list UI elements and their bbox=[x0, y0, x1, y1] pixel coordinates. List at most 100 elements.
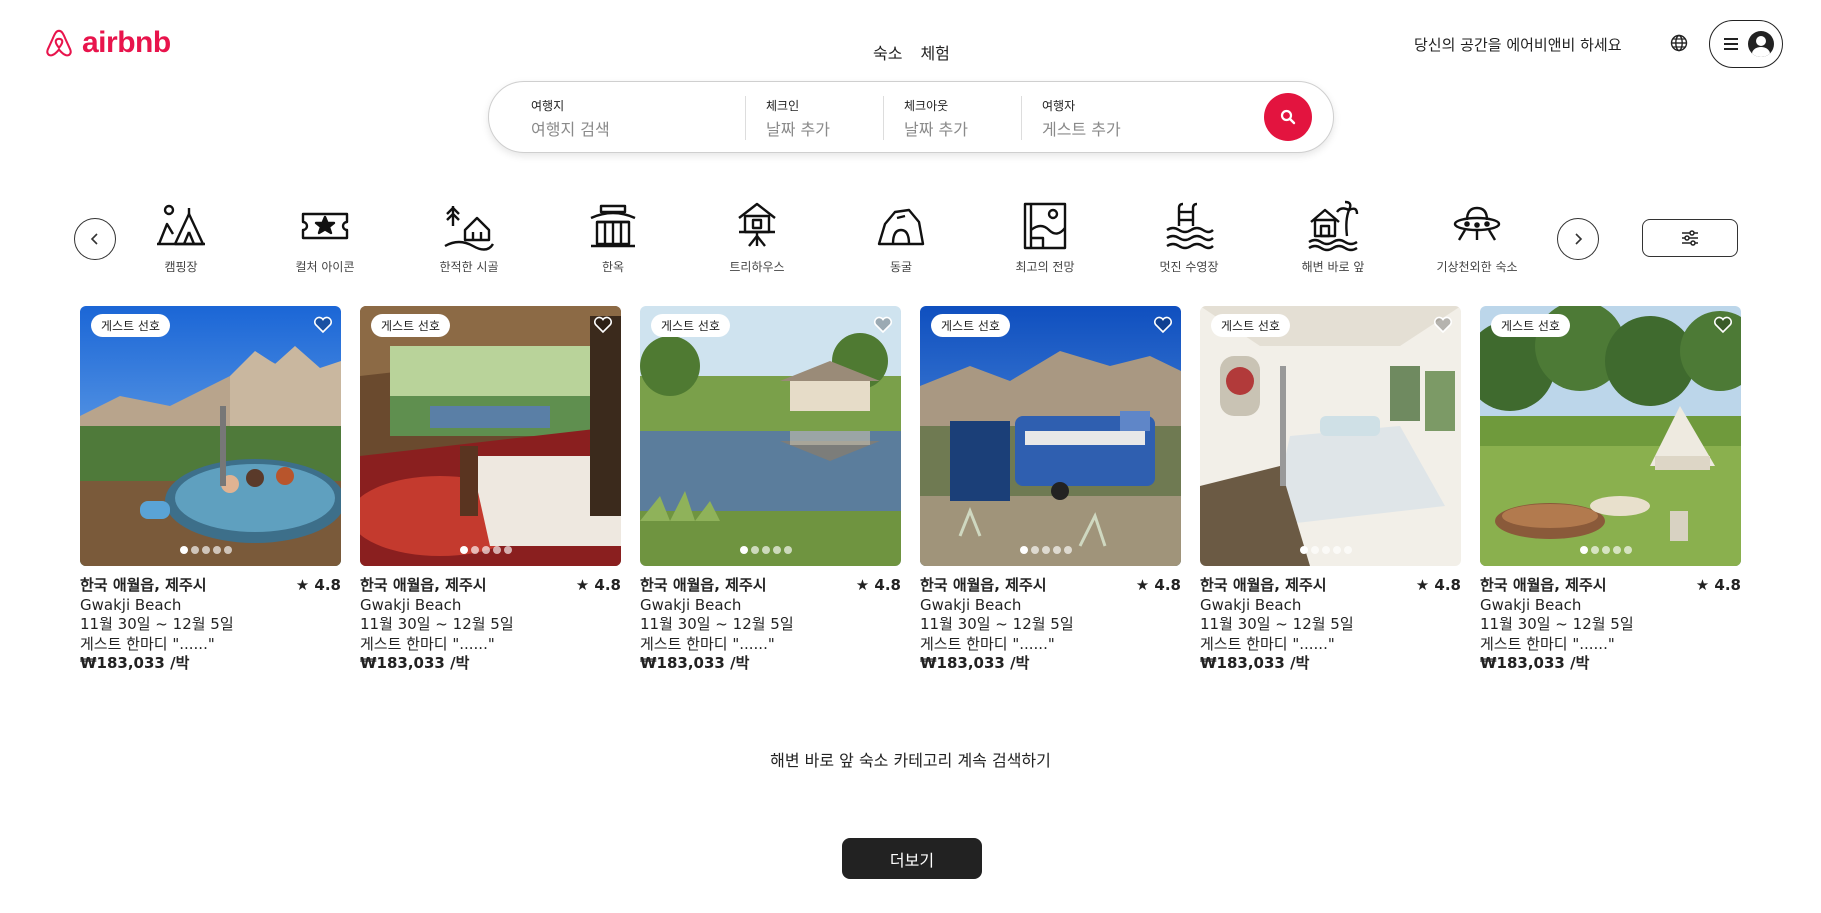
listing-subtitle: Gwakji Beach bbox=[360, 595, 462, 614]
checkout-placeholder: 날짜 추가 bbox=[904, 120, 968, 139]
top-tabs: 숙소 체험 bbox=[873, 40, 950, 64]
listing-price: ₩183,033 /박 bbox=[1480, 654, 1590, 672]
photo-pagination-dots bbox=[460, 546, 512, 554]
category-beachfront[interactable]: 해변 바로 앞 bbox=[1273, 200, 1393, 275]
category-label: 동굴 bbox=[889, 260, 913, 274]
checkin-field[interactable]: 체크인 날짜 추가 bbox=[766, 97, 830, 140]
category-countryside[interactable]: 한적한 시골 bbox=[409, 200, 529, 275]
category-label: 트리하우스 bbox=[729, 260, 785, 274]
hanok-icon bbox=[590, 204, 636, 248]
listing-photo[interactable]: 게스트 선호 bbox=[920, 306, 1181, 566]
checkout-label: 체크아웃 bbox=[904, 99, 949, 113]
photo-pagination-dots bbox=[1020, 546, 1072, 554]
listing-subtitle: Gwakji Beach bbox=[920, 595, 1022, 614]
user-menu-button[interactable] bbox=[1709, 20, 1783, 68]
airbnb-logo[interactable]: airbnb bbox=[44, 26, 171, 60]
guest-favorite-badge: 게스트 선호 bbox=[371, 314, 451, 337]
category-treehouse[interactable]: 트리하우스 bbox=[697, 200, 817, 275]
listing-dates: 11월 30일 ~ 12월 5일 bbox=[640, 615, 794, 633]
listing-subtitle: Gwakji Beach bbox=[1200, 595, 1302, 614]
heart-icon[interactable] bbox=[1153, 316, 1173, 334]
listing-price: ₩183,033 /박 bbox=[360, 654, 470, 672]
category-next-button[interactable] bbox=[1557, 218, 1599, 260]
listing-photo[interactable]: 게스트 선호 bbox=[1200, 306, 1461, 566]
listing-card[interactable]: 게스트 선호 한국 애월읍, 제주시 ★ 4.8 Gwakji Beach 11… bbox=[360, 306, 621, 674]
listing-rating: ★ 4.8 bbox=[1695, 576, 1741, 594]
search-divider bbox=[1021, 96, 1022, 140]
listing-review: 게스트 한마디 "......" bbox=[1480, 634, 1615, 653]
listing-dates: 11월 30일 ~ 12월 5일 bbox=[920, 615, 1074, 633]
listing-review: 게스트 한마디 "......" bbox=[640, 634, 775, 653]
listing-photo[interactable]: 게스트 선호 bbox=[360, 306, 621, 566]
category-caves[interactable]: 동굴 bbox=[841, 200, 961, 275]
heart-icon[interactable] bbox=[1713, 316, 1733, 334]
search-button[interactable] bbox=[1264, 93, 1312, 141]
listing-subtitle: Gwakji Beach bbox=[1480, 595, 1582, 614]
globe-icon[interactable] bbox=[1670, 34, 1688, 52]
listing-card[interactable]: 게스트 선호 한국 애월읍, 제주시 ★ 4.8 Gwakji Beach 11… bbox=[640, 306, 901, 674]
category-omg[interactable]: 기상천외한 숙소 bbox=[1417, 200, 1537, 275]
category-amazing-pools[interactable]: 멋진 수영장 bbox=[1129, 200, 1249, 275]
user-avatar-icon bbox=[1748, 31, 1774, 57]
tab-experiences[interactable]: 체험 bbox=[920, 40, 949, 64]
listing-rating: ★ 4.8 bbox=[295, 576, 341, 594]
listing-image-bell-tent bbox=[1480, 306, 1741, 566]
tab-stays[interactable]: 숙소 bbox=[873, 40, 902, 64]
host-link[interactable]: 당신의 공간을 에어비앤비 하세요 bbox=[1414, 34, 1622, 55]
heart-icon[interactable] bbox=[1433, 316, 1453, 334]
category-hanok[interactable]: 한옥 bbox=[553, 200, 673, 275]
listing-card[interactable]: 게스트 선호 한국 애월읍, 제주시 ★ 4.8 Gwakji Beach 11… bbox=[920, 306, 1181, 674]
where-placeholder: 여행지 검색 bbox=[531, 120, 610, 139]
show-more-button[interactable]: 더보기 bbox=[842, 838, 982, 879]
category-prev-button[interactable] bbox=[74, 218, 116, 260]
ufo-icon bbox=[1453, 206, 1501, 241]
listing-price: ₩183,033 /박 bbox=[1200, 654, 1310, 672]
guest-favorite-badge: 게스트 선호 bbox=[1211, 314, 1291, 337]
listing-price: ₩183,033 /박 bbox=[80, 654, 190, 672]
listing-photo[interactable]: 게스트 선호 bbox=[640, 306, 901, 566]
listing-dates: 11월 30일 ~ 12월 5일 bbox=[1480, 615, 1634, 633]
listing-photo[interactable]: 게스트 선호 bbox=[80, 306, 341, 566]
category-label: 기상천외한 숙소 bbox=[1436, 260, 1518, 274]
listing-review: 게스트 한마디 "......" bbox=[80, 634, 215, 653]
where-field[interactable]: 여행지 여행지 검색 bbox=[531, 97, 610, 140]
listing-review: 게스트 한마디 "......" bbox=[360, 634, 495, 653]
heart-icon[interactable] bbox=[313, 316, 333, 334]
guest-favorite-badge: 게스트 선호 bbox=[91, 314, 171, 337]
heart-icon[interactable] bbox=[873, 316, 893, 334]
category-label: 멋진 수영장 bbox=[1159, 260, 1219, 274]
listing-photo[interactable]: 게스트 선호 bbox=[1480, 306, 1741, 566]
category-camping[interactable]: 캠핑장 bbox=[121, 200, 241, 275]
search-divider bbox=[883, 96, 884, 140]
guest-favorite-badge: 게스트 선호 bbox=[651, 314, 731, 337]
category-label: 캠핑장 bbox=[164, 260, 198, 274]
listing-image-bus-interior bbox=[1200, 306, 1461, 566]
guests-field[interactable]: 여행자 게스트 추가 bbox=[1042, 97, 1121, 140]
listing-rating: ★ 4.8 bbox=[855, 576, 901, 594]
pool-icon bbox=[1166, 202, 1214, 250]
guests-placeholder: 게스트 추가 bbox=[1042, 120, 1121, 139]
photo-pagination-dots bbox=[1300, 546, 1352, 554]
hamburger-icon bbox=[1724, 38, 1738, 50]
guest-favorite-badge: 게스트 선호 bbox=[931, 314, 1011, 337]
search-bar: 여행지 여행지 검색 체크인 날짜 추가 체크아웃 날짜 추가 여행자 게스트 … bbox=[488, 81, 1334, 153]
chevron-right-icon bbox=[1575, 233, 1583, 245]
listing-image-hottub bbox=[80, 306, 341, 566]
filter-button[interactable] bbox=[1642, 219, 1738, 257]
category-amazing-views[interactable]: 최고의 전망 bbox=[985, 200, 1105, 275]
continue-browsing-text: 해변 바로 앞 숙소 카테고리 계속 검색하기 bbox=[770, 751, 1051, 770]
search-divider bbox=[745, 96, 746, 140]
filter-sliders-icon bbox=[1682, 230, 1698, 246]
chevron-left-icon bbox=[90, 233, 98, 245]
guests-label: 여행자 bbox=[1042, 99, 1076, 113]
guest-favorite-badge: 게스트 선호 bbox=[1491, 314, 1571, 337]
listing-card[interactable]: 게스트 선호 한국 애월읍, 제주시 ★ 4.8 Gwakji Beach 11… bbox=[1200, 306, 1461, 674]
listing-card[interactable]: 게스트 선호 한국 애월읍, 제주시 ★ 4.8 Gwakji Beach 11… bbox=[80, 306, 341, 674]
listing-price: ₩183,033 /박 bbox=[640, 654, 750, 672]
heart-icon[interactable] bbox=[593, 316, 613, 334]
checkout-field[interactable]: 체크아웃 날짜 추가 bbox=[904, 97, 968, 140]
category-culture-icons[interactable]: 컬처 아이콘 bbox=[265, 200, 385, 275]
checkin-label: 체크인 bbox=[766, 99, 800, 113]
where-label: 여행지 bbox=[531, 99, 565, 113]
listing-card[interactable]: 게스트 선호 한국 애월읍, 제주시 ★ 4.8 Gwakji Beach 11… bbox=[1480, 306, 1741, 674]
